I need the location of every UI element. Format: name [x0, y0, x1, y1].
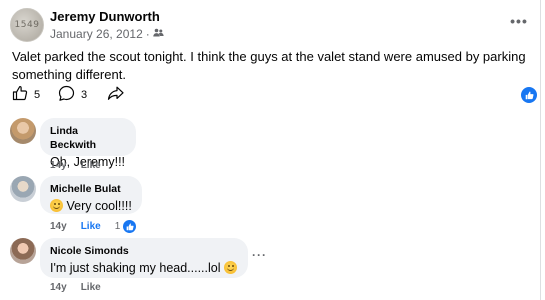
smiling-face-emoji-icon [50, 199, 63, 212]
commenter-name[interactable]: Nicole Simonds [50, 244, 238, 258]
comment-text-content: Very cool!!!! [66, 199, 132, 213]
smiling-face-emoji-icon [224, 261, 237, 274]
comment-text: I'm just shaking my head......lol [50, 260, 238, 277]
comment-age[interactable]: 14y [50, 221, 67, 232]
post-card: 1549 Jeremy Dunworth January 26, 2012 · … [0, 0, 541, 300]
meta-separator: · [145, 27, 150, 41]
commenter-avatar[interactable] [10, 118, 36, 144]
like-count: 5 [34, 88, 41, 101]
comment-footer: 14y Like 1 [50, 219, 138, 234]
comment-bubble: Nicole Simonds I'm just shaking my head.… [40, 238, 248, 278]
comment-like-link[interactable]: Like [81, 282, 101, 293]
more-horizontal-icon: ··· [252, 248, 267, 262]
share-button[interactable] [107, 85, 125, 104]
comment-item: Linda Beckwith Oh, Jeremy!!! 14y Like [10, 118, 530, 174]
comment-like-link[interactable]: Like [81, 221, 101, 232]
comment-age[interactable]: 14y [50, 160, 67, 171]
comment-more-options-button[interactable]: ··· [252, 248, 267, 262]
comment-footer: 14y Like [50, 160, 101, 171]
share-arrow-icon [107, 85, 125, 104]
comment-age[interactable]: 14y [50, 282, 67, 293]
post-date[interactable]: January 26, 2012 [50, 27, 143, 41]
comment-text-content: I'm just shaking my head......lol [50, 261, 221, 275]
comment-count: 3 [81, 89, 88, 101]
author-name[interactable]: Jeremy Dunworth [50, 9, 160, 24]
comment-bubble-icon [58, 85, 75, 105]
comment-item: Michelle Bulat Very cool!!!! 14y Like 1 [10, 176, 530, 234]
like-reaction-icon [122, 219, 138, 234]
like-button[interactable]: 5 [12, 85, 40, 104]
commenter-avatar[interactable] [10, 176, 36, 202]
post-text: Valet parked the scout tonight. I think … [12, 49, 526, 82]
thumbs-up-icon [12, 85, 28, 104]
comment-item: Nicole Simonds I'm just shaking my head.… [10, 238, 530, 296]
commenter-name[interactable]: Michelle Bulat [50, 182, 132, 196]
avatar-text: 1549 [14, 20, 40, 30]
comment-like-link[interactable]: Like [81, 160, 101, 171]
post-header: 1549 Jeremy Dunworth January 26, 2012 · … [10, 8, 530, 44]
post-meta: January 26, 2012 · [50, 27, 164, 41]
comment-text: Very cool!!!! [50, 198, 132, 215]
post-actions: 5 3 [12, 85, 537, 107]
more-horizontal-icon: ••• [510, 13, 528, 29]
like-reaction-icon[interactable] [521, 87, 537, 103]
reaction-count: 1 [114, 221, 121, 232]
comment-footer: 14y Like [50, 282, 101, 293]
comment-bubble: Michelle Bulat Very cool!!!! [40, 176, 142, 214]
friends-icon[interactable] [153, 27, 164, 41]
comment-reaction-summary[interactable]: 1 [115, 219, 138, 234]
author-avatar[interactable]: 1549 [10, 8, 44, 42]
comment-bubble: Linda Beckwith Oh, Jeremy!!! [40, 118, 136, 169]
comment-button[interactable]: 3 [58, 85, 87, 105]
commenter-name[interactable]: Linda Beckwith [50, 124, 126, 152]
more-options-button[interactable]: ••• [508, 12, 530, 30]
commenter-avatar[interactable] [10, 238, 36, 264]
